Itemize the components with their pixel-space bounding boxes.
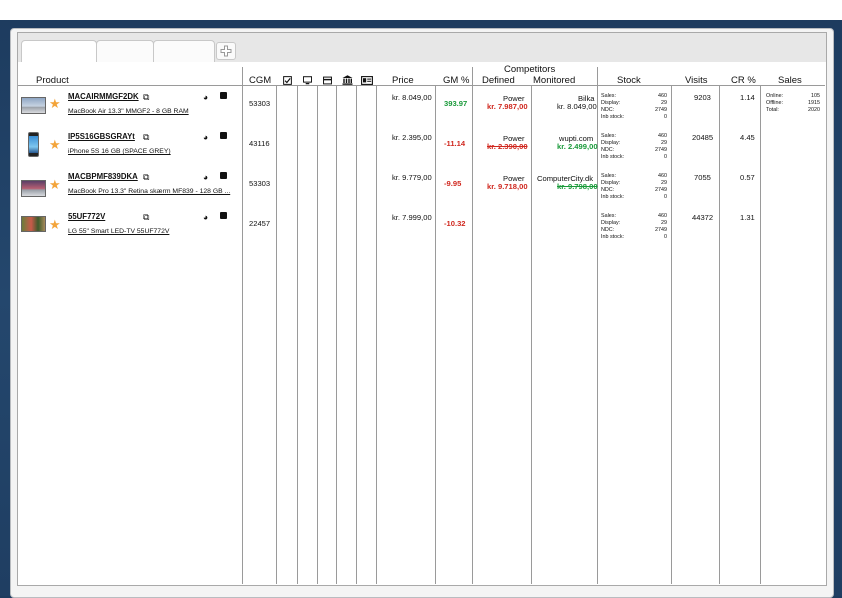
copy-icon[interactable]: ⧉: [143, 92, 149, 103]
visits-value: 20485: [692, 133, 714, 142]
cgm-value: 22457: [249, 219, 271, 228]
star-icon[interactable]: ★: [49, 218, 61, 231]
product-name-link[interactable]: iPhone 5S 16 GB (SPACE GREY): [68, 148, 171, 155]
sku-link[interactable]: MACAIRMMGF2DK: [68, 92, 139, 101]
gm-value: -10.32: [444, 219, 466, 228]
price-value: kr. 7.999,00: [392, 213, 432, 222]
price-value: kr. 9.779,00: [392, 173, 432, 182]
sku-link[interactable]: 55UF772V: [68, 212, 105, 221]
cgm-value: 53303: [249, 99, 271, 108]
product-thumbnail[interactable]: [21, 216, 46, 232]
product-thumbnail[interactable]: [21, 180, 46, 197]
product-name-link[interactable]: MacBook Air 13.3" MMGF2 - 8 GB RAM: [68, 108, 189, 115]
cgm-value: 43116: [249, 139, 270, 148]
col-divider: [297, 86, 298, 584]
star-icon[interactable]: ★: [49, 178, 61, 191]
copy-icon[interactable]: ⧉: [143, 132, 149, 143]
product-panel: Product CGM Price GM % Competitors Defin…: [17, 32, 827, 586]
col-divider: [276, 86, 277, 584]
cr-value: 0.57: [740, 173, 755, 182]
price-value: kr. 8.049,00: [392, 93, 432, 102]
defined-competitor-price: kr. 7.987,00: [487, 102, 528, 111]
edit-icon[interactable]: [220, 172, 227, 181]
product-name-link[interactable]: MacBook Pro 13.3" Retina skærm MF839 - 1…: [68, 188, 230, 195]
stock-breakdown: Sales: 460 Display: 29 NDC: 2749 Inb stock:…: [601, 133, 667, 160]
col-divider: [671, 86, 672, 584]
gm-value: -11.14: [444, 139, 466, 148]
defined-competitor-price: kr. 2.390,00: [487, 142, 528, 151]
plus-icon: [220, 45, 232, 57]
gm-value: -9.95: [444, 179, 462, 188]
product-thumbnail[interactable]: [28, 132, 39, 157]
gm-value: 393.97: [444, 99, 468, 108]
price-value: kr. 2.395,00: [392, 133, 432, 142]
cr-value: 4.45: [740, 133, 755, 142]
stock-breakdown: Sales: 460 Display: 29 NDC: 2749 Inb stock:…: [601, 213, 667, 240]
col-divider: [760, 86, 761, 584]
sales-breakdown: Online: 105 Offline: 1915 Total: 2020: [766, 93, 820, 113]
globe-icon[interactable]: ◕: [203, 212, 208, 222]
bank-icon[interactable]: [342, 75, 353, 85]
edit-icon[interactable]: [220, 92, 227, 101]
cr-value: 1.14: [740, 93, 755, 102]
visits-value: 7055: [694, 173, 711, 182]
col-divider: [356, 86, 357, 584]
visits-value: 9203: [694, 93, 711, 102]
tab-2[interactable]: [96, 40, 154, 62]
visits-value: 44372: [692, 213, 714, 222]
checkbox-icon[interactable]: [283, 76, 292, 85]
cr-value: 1.31: [740, 213, 755, 222]
col-divider: [472, 67, 473, 584]
col-divider: [376, 86, 377, 584]
edit-icon[interactable]: [220, 212, 227, 221]
col-divider: [336, 86, 337, 584]
header-competitors: Competitors: [504, 64, 556, 75]
card-icon[interactable]: [323, 76, 332, 85]
tab-1[interactable]: [21, 40, 97, 62]
tab-3[interactable]: [153, 40, 215, 62]
monitored-competitor-price: kr. 9.798,00: [557, 182, 598, 191]
tab-bar: [18, 33, 826, 62]
globe-icon[interactable]: ◕: [203, 172, 208, 182]
globe-icon[interactable]: ◕: [203, 92, 208, 102]
add-tab-button[interactable]: [216, 42, 236, 60]
star-icon[interactable]: ★: [49, 138, 61, 151]
monitor-icon[interactable]: [303, 76, 312, 85]
product-thumbnail[interactable]: [21, 97, 46, 114]
edit-icon[interactable]: [220, 132, 227, 141]
top-strip: [0, 0, 842, 20]
col-divider: [719, 86, 720, 584]
globe-icon[interactable]: ◕: [203, 132, 208, 142]
stock-breakdown: Sales: 460 Display: 29 NDC: 2749 Inb stock:…: [601, 173, 667, 200]
product-name-link[interactable]: LG 55" Smart LED-TV 55UF772V: [68, 228, 169, 235]
star-icon[interactable]: ★: [49, 97, 61, 110]
monitored-competitor-price: kr. 2.499,00: [557, 142, 598, 151]
id-card-icon[interactable]: [361, 76, 373, 85]
monitored-competitor-price: kr. 8.049,00: [557, 102, 597, 111]
stock-breakdown: Sales: 460 Display: 29 NDC: 2749 Inb stock:…: [601, 93, 667, 120]
defined-competitor-price: kr. 9.718,00: [487, 182, 528, 191]
copy-icon[interactable]: ⧉: [143, 212, 149, 223]
col-divider: [317, 86, 318, 584]
sku-link[interactable]: IP5S16GBSGRAYt: [68, 132, 135, 141]
header-divider: [18, 85, 825, 86]
col-divider: [531, 86, 532, 584]
col-divider: [435, 86, 436, 584]
col-divider: [242, 67, 243, 584]
cgm-value: 53303: [249, 179, 271, 188]
sku-link[interactable]: MACBPMF839DKA: [68, 172, 138, 181]
copy-icon[interactable]: ⧉: [143, 172, 149, 183]
